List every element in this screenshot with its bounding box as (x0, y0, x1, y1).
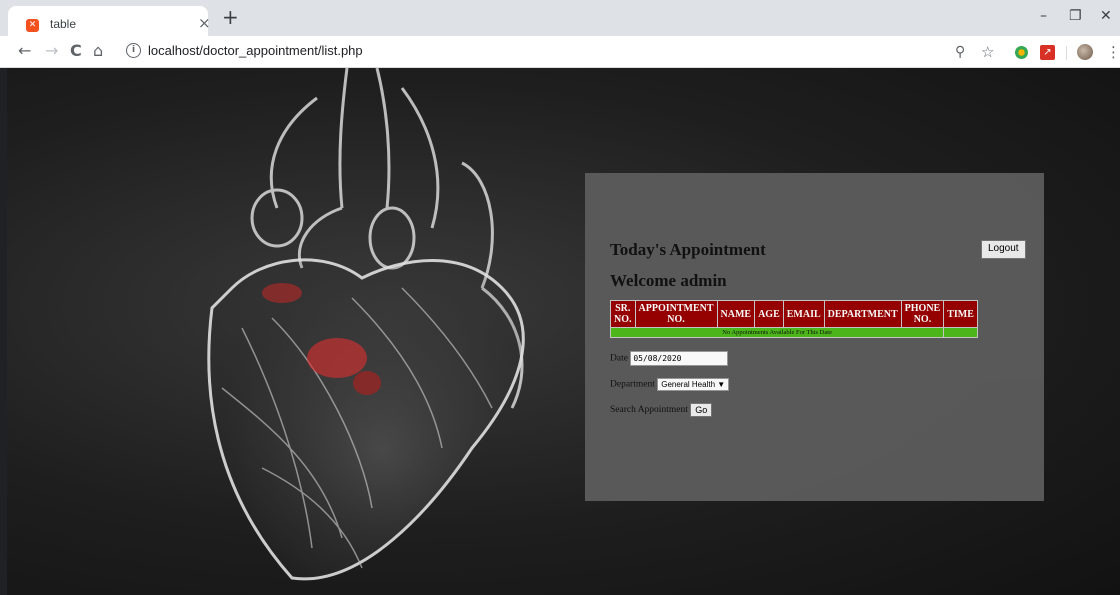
empty-message: No Appointments Available For This Date (609, 327, 945, 338)
forward-icon[interactable]: → (45, 41, 58, 60)
department-select[interactable]: General Health ▼ (657, 378, 730, 391)
heart-illustration (207, 68, 525, 581)
col-email: EMAIL (782, 300, 825, 328)
appointments-table: SR. NO. APPOINTMENT NO. NAME AGE EMAIL DEP… (609, 300, 978, 338)
logout-button[interactable]: Logout (981, 240, 1026, 259)
browser-tab[interactable]: ✕ table × (8, 6, 211, 36)
col-age: AGE (754, 300, 784, 328)
address-bar[interactable]: i localhost/doctor_appointment/list.php (114, 40, 1004, 64)
browser-tabstrip: ✕ table × + – ❐ ✕ (0, 0, 1120, 36)
toolbar-divider (1066, 46, 1067, 60)
restore-button[interactable]: ❐ (1069, 8, 1082, 24)
table-header-row: SR. NO. APPOINTMENT NO. NAME AGE EMAIL DEP… (610, 300, 978, 328)
date-input[interactable]: 05/08/2020 (630, 351, 729, 366)
welcome-text: Welcome admin (610, 271, 727, 290)
page-background: Today's Appointment Welcome admin Logout… (7, 68, 1120, 595)
pdf-extension-icon[interactable]: ↗ (1040, 45, 1055, 60)
zoom-icon[interactable]: ⚲ (955, 44, 965, 60)
table-row: No Appointments Available For This Date (609, 327, 978, 338)
search-row: Search Appointment Go (610, 403, 713, 417)
go-button[interactable]: Go (690, 403, 713, 417)
col-phone-no: PHONE NO. (900, 300, 945, 328)
browser-toolbar: ← → C ⌂ i localhost/doctor_appointment/l… (0, 36, 1120, 68)
extension-icon[interactable] (1015, 46, 1028, 59)
date-row: Date 05/08/2020 (610, 351, 729, 366)
department-row: Department General Health ▼ (610, 378, 730, 391)
date-label: Date (610, 353, 628, 364)
tab-close-icon[interactable]: × (198, 14, 211, 32)
profile-avatar[interactable] (1077, 44, 1093, 60)
search-label: Search Appointment (610, 405, 688, 416)
department-label: Department (610, 379, 655, 390)
xampp-favicon-icon: ✕ (26, 19, 39, 32)
new-tab-button[interactable]: + (222, 5, 239, 29)
col-time: TIME (943, 300, 978, 328)
col-sr-no: SR. NO. (610, 300, 636, 328)
col-name: NAME (716, 300, 756, 328)
empty-cell (943, 327, 978, 338)
home-icon[interactable]: ⌂ (93, 41, 103, 60)
bookmark-star-icon[interactable]: ☆ (981, 43, 994, 61)
page-title: Today's Appointment (610, 240, 766, 259)
minimize-button[interactable]: – (1040, 8, 1047, 24)
close-window-button[interactable]: ✕ (1100, 8, 1112, 24)
menu-icon[interactable]: ⋮ (1106, 43, 1120, 61)
tab-title: table (50, 17, 77, 31)
site-info-icon[interactable]: i (126, 43, 141, 58)
col-department: DEPARTMENT (823, 300, 902, 328)
reload-icon[interactable]: C (70, 41, 82, 60)
url-text[interactable]: localhost/doctor_appointment/list.php (148, 43, 363, 58)
appointment-panel: Today's Appointment Welcome admin Logout… (585, 173, 1044, 501)
col-appointment-no: APPOINTMENT NO. (634, 300, 718, 328)
back-icon[interactable]: ← (18, 41, 31, 60)
